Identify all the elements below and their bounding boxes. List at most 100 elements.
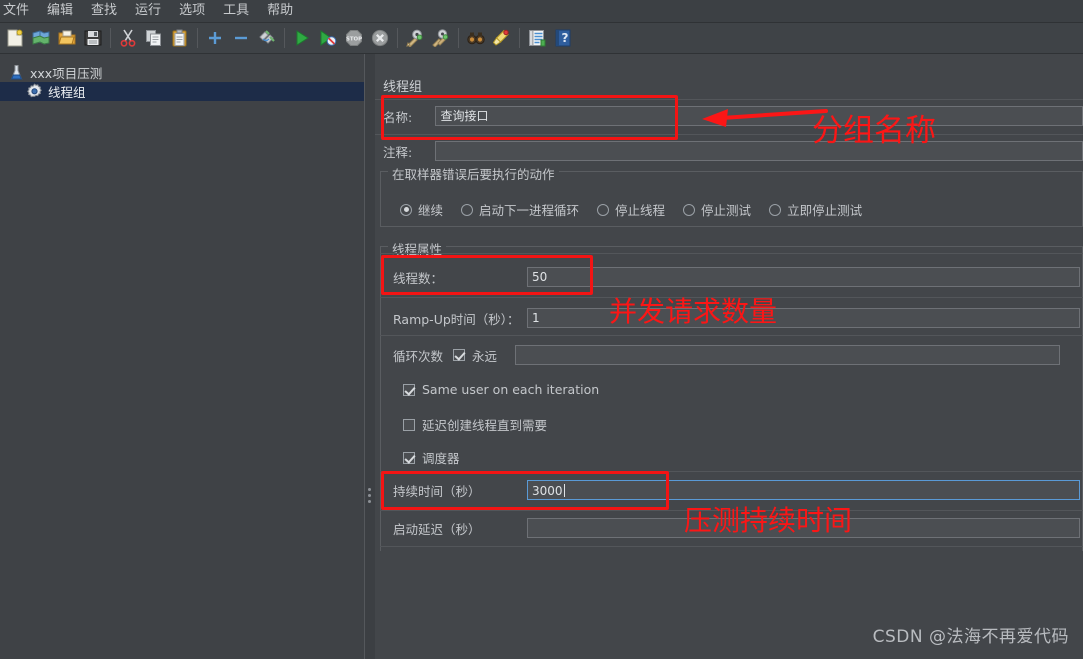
menu-bar: 文件 编辑 查找 运行 选项 工具 帮助 bbox=[0, 0, 1083, 23]
jmeter-window: 文件 编辑 查找 运行 选项 工具 帮助 STOP ? xxx项目压测 线程组 … bbox=[0, 0, 1083, 659]
test-plan-tree[interactable]: xxx项目压测 线程组 bbox=[0, 54, 364, 659]
annotation-text-group-name: 分组名称 bbox=[812, 113, 936, 149]
test-plan-icon bbox=[8, 64, 25, 81]
name-input[interactable] bbox=[435, 106, 1083, 126]
radio-start-next-loop[interactable]: 启动下一进程循环 bbox=[461, 200, 579, 219]
name-row: 名称: bbox=[383, 106, 1083, 126]
thread-group-panel: 线程组 名称: 注释: 在取样器错误后要执行的动作 继续 启动下一进程循环 bbox=[375, 54, 1083, 659]
radio-stop-test[interactable]: 停止测试 bbox=[683, 200, 751, 219]
radio-label: 立即停止测试 bbox=[787, 203, 863, 218]
radio-dot bbox=[461, 203, 474, 216]
duration-value: 3000 bbox=[532, 484, 563, 498]
reset-search-icon[interactable] bbox=[491, 27, 513, 49]
toolbar-separator bbox=[519, 28, 520, 48]
radio-continue[interactable]: 继续 bbox=[400, 200, 443, 219]
tree-node-label: 线程组 bbox=[48, 85, 86, 100]
collapse-all-icon[interactable] bbox=[230, 27, 252, 49]
help-icon[interactable]: ? bbox=[552, 27, 574, 49]
new-icon[interactable] bbox=[4, 27, 26, 49]
toolbar-separator bbox=[397, 28, 398, 48]
checkbox-box bbox=[403, 451, 415, 464]
duration-input[interactable]: 3000 bbox=[527, 480, 1080, 500]
name-label: 名称: bbox=[383, 109, 413, 125]
error-action-radios: 继续 启动下一进程循环 停止线程 停止测试 立即停止测试 bbox=[400, 200, 880, 219]
annotation-text-concurrency: 并发请求数量 bbox=[609, 295, 778, 328]
menu-item-options[interactable]: 选项 bbox=[170, 1, 214, 21]
scheduler-checkbox[interactable]: 调度器 bbox=[403, 448, 460, 467]
text-caret bbox=[563, 484, 565, 497]
annotation-text-duration: 压测持续时间 bbox=[684, 504, 853, 537]
divider bbox=[380, 546, 1083, 547]
radio-label: 启动下一进程循环 bbox=[479, 203, 580, 218]
checkbox-label: 永远 bbox=[472, 348, 498, 364]
watermark: CSDN @法海不再爱代码 bbox=[872, 627, 1069, 647]
start-no-pauses-icon[interactable] bbox=[317, 27, 339, 49]
threads-row: 线程数： bbox=[393, 267, 1080, 287]
tree-node-label: xxx项目压测 bbox=[30, 66, 103, 81]
menu-item-tools[interactable]: 工具 bbox=[214, 1, 258, 21]
templates-icon[interactable] bbox=[30, 27, 52, 49]
delay-thread-creation-checkbox[interactable]: 延迟创建线程直到需要 bbox=[403, 415, 547, 434]
divider bbox=[380, 253, 1083, 254]
duration-row: 持续时间（秒） 3000 bbox=[393, 480, 1080, 500]
shutdown-icon[interactable] bbox=[369, 27, 391, 49]
toolbar-separator bbox=[110, 28, 111, 48]
radio-label: 停止线程 bbox=[615, 203, 666, 218]
checkbox-box bbox=[453, 349, 465, 361]
thread-group-icon bbox=[26, 83, 43, 100]
function-helper-icon[interactable] bbox=[526, 27, 548, 49]
toolbar: STOP ? bbox=[0, 23, 1083, 54]
radio-label: 继续 bbox=[418, 203, 444, 218]
comment-input[interactable] bbox=[435, 141, 1083, 161]
comment-row: 注释: bbox=[383, 141, 1083, 161]
radio-dot bbox=[597, 203, 610, 216]
divider bbox=[380, 335, 1083, 336]
toggle-icon[interactable] bbox=[256, 27, 278, 49]
menu-item-search[interactable]: 查找 bbox=[82, 1, 126, 21]
paste-icon[interactable] bbox=[169, 27, 191, 49]
loop-count-label: 循环次数 bbox=[393, 348, 444, 364]
checkbox-label: 调度器 bbox=[422, 451, 460, 466]
radio-stop-thread[interactable]: 停止线程 bbox=[597, 200, 665, 219]
checkbox-box bbox=[403, 383, 415, 396]
checkbox-box bbox=[403, 418, 415, 431]
threads-label: 线程数： bbox=[393, 270, 444, 286]
menu-item-edit[interactable]: 编辑 bbox=[38, 1, 82, 21]
radio-dot bbox=[769, 203, 782, 216]
error-action-legend: 在取样器错误后要执行的动作 bbox=[388, 164, 559, 183]
same-user-checkbox[interactable]: Same user on each iteration bbox=[403, 382, 599, 397]
toolbar-separator bbox=[458, 28, 459, 48]
open-icon[interactable] bbox=[56, 27, 78, 49]
expand-all-icon[interactable] bbox=[204, 27, 226, 49]
checkbox-label: Same user on each iteration bbox=[422, 382, 600, 397]
svg-text:STOP: STOP bbox=[346, 37, 362, 43]
cut-icon[interactable] bbox=[117, 27, 139, 49]
clear-all-icon[interactable] bbox=[430, 27, 452, 49]
svg-text:?: ? bbox=[562, 31, 569, 45]
save-icon[interactable] bbox=[82, 27, 104, 49]
duration-label: 持续时间（秒） bbox=[393, 483, 481, 499]
menu-item-file[interactable]: 文件 bbox=[0, 1, 38, 21]
copy-icon[interactable] bbox=[143, 27, 165, 49]
stop-icon[interactable]: STOP bbox=[343, 27, 365, 49]
toolbar-separator bbox=[197, 28, 198, 48]
start-icon[interactable] bbox=[291, 27, 313, 49]
rampup-label: Ramp-Up时间（秒）： bbox=[393, 311, 520, 327]
search-icon[interactable] bbox=[465, 27, 487, 49]
page-title: 线程组 bbox=[383, 80, 423, 95]
startup-delay-label: 启动延迟（秒） bbox=[393, 521, 481, 537]
radio-stop-test-now[interactable]: 立即停止测试 bbox=[769, 200, 862, 219]
tree-node-test-plan[interactable]: xxx项目压测 bbox=[0, 63, 364, 82]
comment-label: 注释: bbox=[383, 144, 413, 160]
forever-checkbox[interactable]: 永远 bbox=[453, 346, 497, 365]
tree-node-thread-group[interactable]: 线程组 bbox=[0, 82, 364, 101]
checkbox-label: 延迟创建线程直到需要 bbox=[422, 418, 548, 433]
clear-icon[interactable] bbox=[404, 27, 426, 49]
loop-count-input[interactable] bbox=[515, 345, 1061, 365]
menu-item-help[interactable]: 帮助 bbox=[258, 1, 302, 21]
radio-dot bbox=[400, 203, 412, 216]
splitter-grip[interactable] bbox=[368, 488, 371, 506]
menu-item-run[interactable]: 运行 bbox=[126, 1, 170, 21]
threads-input[interactable] bbox=[527, 267, 1080, 287]
divider bbox=[380, 471, 1083, 472]
